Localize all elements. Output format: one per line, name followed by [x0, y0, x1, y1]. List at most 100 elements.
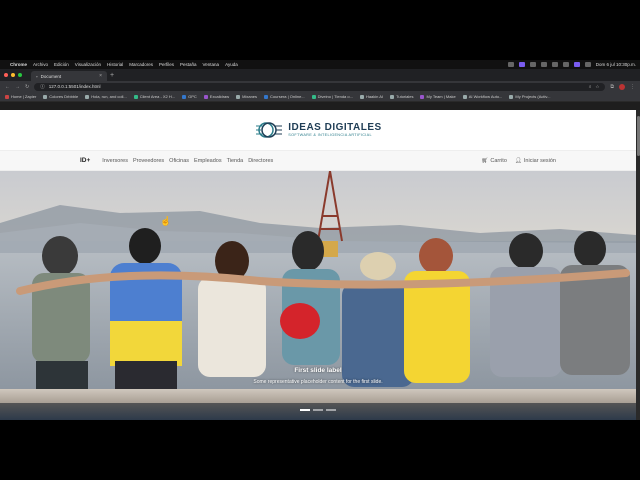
bookmark-label: AI Workflow Auto...	[468, 94, 503, 99]
menu-visualizacion[interactable]: Visualización	[75, 62, 101, 67]
slide-caption-title: First slide label	[294, 367, 342, 374]
group-photo	[16, 228, 630, 391]
menu-perfiles[interactable]: Perfiles	[159, 62, 174, 67]
bookmark-item[interactable]: Coursera | Online...	[264, 94, 305, 99]
profile-avatar[interactable]	[619, 83, 625, 90]
control-center-icon[interactable]	[584, 62, 591, 67]
ideas-digitales-logo-icon[interactable]	[254, 120, 284, 140]
mouse-cursor-icon: ☝	[160, 216, 172, 226]
bookmark-item[interactable]: My Team | Make	[420, 94, 456, 99]
zoom-icon[interactable]: ⌕	[589, 84, 592, 90]
menu-ayuda[interactable]: Ayuda	[225, 62, 238, 67]
tab-strip: ▫ Document × +	[0, 69, 640, 81]
login-link[interactable]: 👤︎ Iniciar sesión	[515, 158, 556, 164]
user-icon: 👤︎	[514, 157, 522, 164]
bookmark-item[interactable]: Diveino | Tienda o...	[311, 94, 353, 99]
carousel-indicator[interactable]	[313, 409, 323, 411]
login-label: Iniciar sesión	[523, 157, 556, 164]
bookmark-favicon-icon	[462, 94, 467, 99]
forward-icon[interactable]: →	[15, 84, 20, 90]
page-scrollbar[interactable]	[636, 110, 640, 420]
bookmark-item[interactable]: AI Workflow Auto...	[462, 94, 503, 99]
bookmark-star-icon[interactable]: ☆	[595, 84, 599, 90]
bookmark-item[interactable]: Excalidraw	[203, 94, 230, 99]
status-app-icon[interactable]	[540, 62, 547, 67]
bookmark-item[interactable]: Hola, run, and coll...	[85, 94, 127, 99]
bookmark-item[interactable]: Colores Drbbble	[43, 94, 78, 99]
web-page: IDEAS DIGITALES SOFTWARE & INTELIGENCIA …	[0, 110, 636, 420]
status-app-icon[interactable]	[507, 62, 514, 67]
ledge-shadow	[0, 403, 636, 420]
bookmark-favicon-icon	[264, 94, 269, 99]
battery-icon[interactable]	[562, 62, 569, 67]
maximize-window-icon[interactable]	[18, 73, 22, 77]
menu-archivo[interactable]: Archivo	[33, 62, 48, 67]
nav-directores[interactable]: Directores	[248, 158, 273, 164]
bookmark-label: Mixanes	[242, 94, 258, 99]
nav-inversores[interactable]: Inversores	[102, 158, 128, 164]
extensions-icon[interactable]: ⧉	[610, 84, 614, 90]
menubar-app[interactable]: Chrome	[10, 62, 27, 67]
menu-marcadores[interactable]: Marcadores	[129, 62, 153, 67]
cart-label: Carrito	[490, 157, 507, 164]
carousel-indicators	[0, 409, 636, 411]
bookmark-favicon-icon	[182, 94, 187, 99]
nav-proveedores[interactable]: Proveedores	[133, 158, 164, 164]
new-tab-icon[interactable]: +	[110, 70, 114, 81]
bookmark-item[interactable]: Haakin AI	[359, 94, 383, 99]
bookmark-item[interactable]: Client Area - X2 H...	[133, 94, 176, 99]
bookmark-label: My Projects (Activ...	[515, 94, 551, 99]
hero-carousel[interactable]: First slide label Some representative pl…	[0, 171, 636, 420]
bookmark-favicon-icon	[359, 94, 364, 99]
site-header: IDEAS DIGITALES SOFTWARE & INTELIGENCIA …	[0, 110, 636, 150]
menubar-clock[interactable]: Dom 6 jul 10:30p.m.	[596, 62, 636, 67]
concrete-ledge	[0, 389, 636, 403]
bookmark-favicon-icon	[509, 94, 514, 99]
carousel-indicator[interactable]	[326, 409, 336, 411]
nav-tienda[interactable]: Tienda	[227, 158, 244, 164]
site-info-icon[interactable]: ⓘ	[40, 84, 45, 90]
bookmark-favicon-icon	[133, 94, 138, 99]
bookmark-item[interactable]: Tutoriales	[390, 94, 413, 99]
menu-kebab-icon[interactable]: ⋮	[630, 84, 635, 90]
close-window-icon[interactable]	[4, 73, 8, 77]
back-icon[interactable]: ←	[5, 84, 10, 90]
bookmark-favicon-icon	[311, 94, 316, 99]
bookmark-item[interactable]: Home | Zapier	[5, 94, 36, 99]
navbar-brand[interactable]: ID+	[80, 157, 90, 164]
menu-historial[interactable]: Historial	[107, 62, 123, 67]
bookmark-label: Colores Drbbble	[49, 94, 79, 99]
logo-subtitle: SOFTWARE & INTELIGENCIA ARTIFICIAL	[288, 132, 372, 137]
reload-icon[interactable]: ↻	[25, 84, 29, 90]
menu-ventana[interactable]: Ventana	[203, 62, 220, 67]
wifi-icon[interactable]	[551, 62, 558, 67]
address-bar[interactable]: ⓘ 127.0.0.1:5501/index.html ⌕ ☆	[34, 82, 606, 91]
tab-document[interactable]: ▫ Document ×	[31, 71, 107, 81]
bookmark-label: Client Area - X2 H...	[139, 94, 176, 99]
bookmark-label: Coursera | Online...	[270, 94, 305, 99]
close-tab-icon[interactable]: ×	[99, 73, 102, 79]
menu-edicion[interactable]: Edición	[54, 62, 69, 67]
bookmark-favicon-icon	[43, 94, 48, 99]
bookmark-item[interactable]: Mixanes	[236, 94, 257, 99]
status-app-icon[interactable]	[518, 62, 525, 67]
menu-pestana[interactable]: Pestaña	[180, 62, 197, 67]
cart-link[interactable]: 🛒︎ Carrito	[481, 158, 507, 164]
bookmark-favicon-icon	[390, 94, 395, 99]
nav-empleados[interactable]: Empleados	[194, 158, 222, 164]
bookmark-label: Tutoriales	[396, 94, 414, 99]
bookmark-label: Home | Zapier	[11, 94, 37, 99]
bookmark-label: Excalidraw	[209, 94, 230, 99]
carousel-indicator[interactable]	[300, 409, 310, 411]
bookmark-favicon-icon	[85, 94, 90, 99]
bookmark-item[interactable]: GPC	[182, 94, 197, 99]
scrollbar-thumb[interactable]	[636, 116, 640, 156]
status-app-icon[interactable]	[573, 62, 580, 67]
bookmark-item[interactable]: My Projects (Activ...	[509, 94, 550, 99]
status-app-icon[interactable]	[529, 62, 536, 67]
slide-caption-text: Some representative placeholder content …	[253, 379, 383, 385]
bookmark-label: GPC	[188, 94, 197, 99]
minimize-window-icon[interactable]	[11, 73, 15, 77]
nav-oficinas[interactable]: Oficinas	[169, 158, 189, 164]
url-text[interactable]: 127.0.0.1:5501/index.html	[49, 84, 101, 89]
